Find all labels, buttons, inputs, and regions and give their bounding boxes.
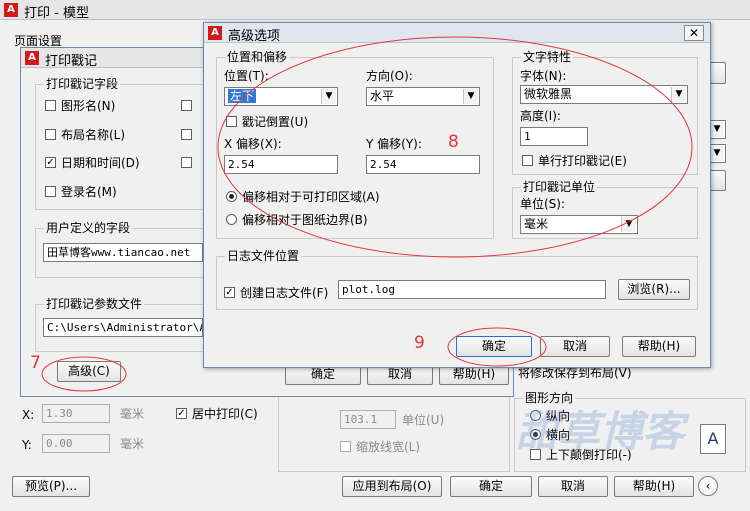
annotation-circle-advanced xyxy=(41,356,127,392)
annotation-seven: 7 xyxy=(30,353,41,373)
annotation-layer xyxy=(41,36,693,392)
annotation-nine: 9 xyxy=(414,333,425,353)
annotation-eight: 8 xyxy=(448,132,459,152)
annotation-circle-ok xyxy=(447,327,547,367)
